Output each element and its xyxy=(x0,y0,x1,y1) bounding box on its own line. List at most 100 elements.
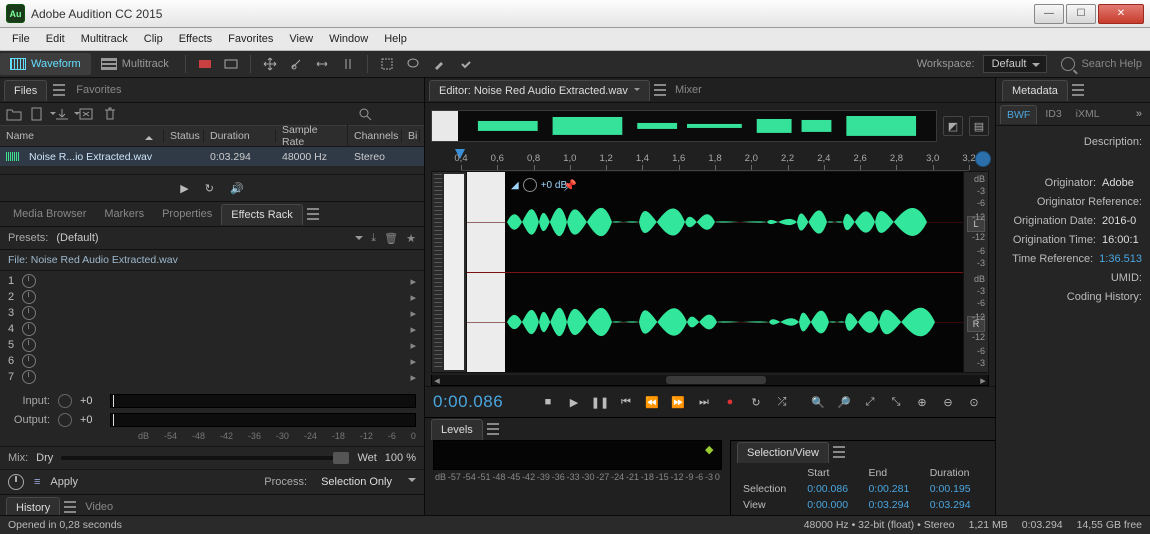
menu-file[interactable]: File xyxy=(4,31,38,47)
tab-editor[interactable]: Editor: Noise Red Audio Extracted.wav xyxy=(429,80,650,101)
col-sample-rate[interactable]: Sample Rate xyxy=(276,124,348,148)
menu-multitrack[interactable]: Multitrack xyxy=(73,31,136,47)
power-icon[interactable] xyxy=(22,290,36,304)
files-search-icon[interactable] xyxy=(358,107,374,121)
tab-mixer[interactable]: Mixer xyxy=(666,80,711,100)
menu-favorites[interactable]: Favorites xyxy=(220,31,281,47)
files-autoplay-icon[interactable]: 🔊 xyxy=(230,182,244,195)
horizontal-scrollbar[interactable]: ◂ ▸ xyxy=(431,375,989,386)
sv-view-dur[interactable]: 0:03.294 xyxy=(926,497,987,513)
overview-track[interactable] xyxy=(431,110,937,142)
window-close-button[interactable]: ✕ xyxy=(1098,4,1144,24)
fx-slot[interactable]: 3▸ xyxy=(0,305,424,321)
sv-sel-start[interactable]: 0:00.086 xyxy=(803,481,864,497)
zoom-out-time-icon[interactable]: 🔎 xyxy=(834,393,854,411)
fx-slot[interactable]: 2▸ xyxy=(0,289,424,305)
scroll-left-icon[interactable]: ◂ xyxy=(432,375,442,385)
tab-video[interactable]: Video xyxy=(76,497,122,517)
menu-effects[interactable]: Effects xyxy=(171,31,220,47)
files-play-icon[interactable]: ▶ xyxy=(180,182,188,195)
cti-options-icon[interactable] xyxy=(975,151,991,167)
menu-help[interactable]: Help xyxy=(376,31,415,47)
waveform-editor[interactable]: ◢ +0 dB 📌 L R dB-3-6-12-12-6-3dB-3-6-12-… xyxy=(425,171,995,375)
tab-favorites[interactable]: Favorites xyxy=(67,80,130,100)
zoom-out-amp-icon[interactable]: ⊖ xyxy=(938,393,958,411)
process-value[interactable]: Selection Only xyxy=(321,476,392,488)
window-maximize-button[interactable]: ☐ xyxy=(1066,4,1096,24)
preset-save-icon[interactable]: ⤓ xyxy=(371,232,376,245)
go-end-button[interactable]: ⏭ xyxy=(694,393,714,411)
presets-value[interactable]: (Default) xyxy=(56,232,98,244)
open-file-icon[interactable] xyxy=(6,107,22,121)
power-icon[interactable] xyxy=(22,322,36,336)
view-spectral-icon[interactable]: ▤ xyxy=(969,116,989,136)
skip-selection-button[interactable]: ⤮ xyxy=(772,393,792,411)
process-dropdown-icon[interactable] xyxy=(408,478,416,486)
close-file-icon[interactable] xyxy=(78,107,94,121)
pause-button[interactable]: ❚❚ xyxy=(590,393,610,411)
metadata-menu-icon[interactable] xyxy=(1072,84,1084,96)
tab-properties[interactable]: Properties xyxy=(153,204,221,224)
col-channels[interactable]: Channels xyxy=(348,130,402,142)
metadata-more-icon[interactable]: » xyxy=(1132,108,1146,120)
record-button[interactable]: ● xyxy=(720,393,740,411)
meta-origdate-value[interactable]: 2016-0 xyxy=(1102,215,1142,227)
presets-dropdown-icon[interactable] xyxy=(355,236,363,245)
help-search[interactable]: Search Help xyxy=(1061,57,1142,71)
tab-id3[interactable]: ID3 xyxy=(1039,105,1067,123)
scroll-right-icon[interactable]: ▸ xyxy=(978,375,988,385)
fx-slot[interactable]: 6▸ xyxy=(0,353,424,369)
apply-button[interactable]: Apply xyxy=(50,476,78,488)
tool-brush-icon[interactable] xyxy=(431,56,447,72)
overview-selection[interactable] xyxy=(432,111,458,141)
col-name[interactable]: Name xyxy=(0,130,164,142)
zoom-navigator-icon[interactable]: ◩ xyxy=(943,116,963,136)
power-icon[interactable] xyxy=(22,274,36,288)
zoom-in-time-icon[interactable]: 🔍 xyxy=(808,393,828,411)
mode-waveform-button[interactable]: Waveform xyxy=(0,53,91,75)
rewind-button[interactable]: ⏪ xyxy=(642,393,662,411)
tool-lasso-icon[interactable] xyxy=(405,56,421,72)
tab-media-browser[interactable]: Media Browser xyxy=(4,204,95,224)
tool-move-icon[interactable] xyxy=(262,56,278,72)
tab-markers[interactable]: Markers xyxy=(95,204,153,224)
tool-slip-icon[interactable] xyxy=(314,56,330,72)
meta-originator-value[interactable]: Adobe xyxy=(1102,177,1142,189)
tab-ixml[interactable]: iXML xyxy=(1070,105,1106,123)
zoom-selection-icon[interactable]: ⤡ xyxy=(886,393,906,411)
stop-button[interactable]: ■ xyxy=(538,393,558,411)
meta-origtime-value[interactable]: 16:00:1 xyxy=(1102,234,1142,246)
loop-button[interactable]: ↻ xyxy=(746,393,766,411)
trash-icon[interactable] xyxy=(102,107,118,121)
tab-levels[interactable]: Levels xyxy=(431,419,483,440)
power-icon[interactable] xyxy=(22,306,36,320)
menu-view[interactable]: View xyxy=(281,31,321,47)
tab-files[interactable]: Files xyxy=(4,80,47,101)
col-duration[interactable]: Duration xyxy=(204,130,276,142)
sv-view-end[interactable]: 0:03.294 xyxy=(864,497,925,513)
spectral-pitch-icon[interactable] xyxy=(223,56,239,72)
files-row[interactable]: Noise R...io Extracted.wav 0:03.294 4800… xyxy=(0,147,424,166)
tool-time-select-icon[interactable] xyxy=(340,56,356,72)
tool-razor-icon[interactable] xyxy=(288,56,304,72)
fx-slot[interactable]: 1▸ xyxy=(0,273,424,289)
sv-sel-end[interactable]: 0:00.281 xyxy=(864,481,925,497)
zoom-in-amp-icon[interactable]: ⊕ xyxy=(912,393,932,411)
go-start-button[interactable]: ⏮ xyxy=(616,393,636,411)
spectral-freq-icon[interactable] xyxy=(197,56,213,72)
fx-slot[interactable]: 4▸ xyxy=(0,321,424,337)
window-minimize-button[interactable]: — xyxy=(1034,4,1064,24)
menu-clip[interactable]: Clip xyxy=(136,31,171,47)
zoom-full-icon[interactable]: ⤢ xyxy=(860,393,880,411)
workspace-dropdown[interactable]: Default xyxy=(983,55,1048,73)
history-menu-icon[interactable] xyxy=(64,501,76,513)
input-knob[interactable] xyxy=(58,394,72,408)
meta-timeref-value[interactable]: 1:36.513 xyxy=(1099,253,1142,265)
editor-dropdown-icon[interactable] xyxy=(634,88,640,94)
levels-menu-icon[interactable] xyxy=(487,423,499,435)
import-icon[interactable] xyxy=(54,107,70,121)
clip-indicator-icon[interactable]: ◆ xyxy=(705,443,719,457)
sv-sel-dur[interactable]: 0:00.195 xyxy=(926,481,987,497)
time-display[interactable]: 0:00.086 xyxy=(433,392,503,412)
fx-slot[interactable]: 7▸ xyxy=(0,369,424,385)
